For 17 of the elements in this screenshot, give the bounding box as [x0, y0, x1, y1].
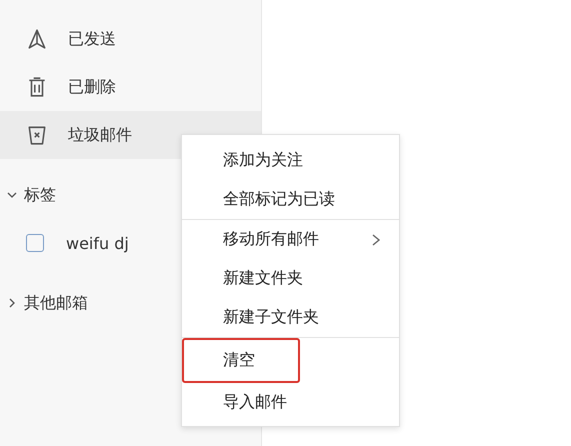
- menu-item[interactable]: 全部标记为已读: [182, 180, 399, 219]
- send-icon: [26, 28, 48, 50]
- section-header[interactable]: 标签: [24, 184, 56, 206]
- section-header[interactable]: 其他邮箱: [24, 292, 88, 314]
- menu-item[interactable]: 新建文件夹: [182, 259, 399, 298]
- folder-label: 垃圾邮件: [68, 124, 133, 146]
- menu-item[interactable]: 新建子文件夹: [182, 298, 399, 337]
- folder-label: 已发送: [68, 28, 117, 50]
- checkbox[interactable]: [26, 234, 44, 252]
- folder-item[interactable]: 已发送: [0, 15, 261, 63]
- folder-label: 已删除: [68, 76, 117, 98]
- menu-item[interactable]: 清空: [182, 338, 399, 383]
- tag-label: weifu dj: [66, 234, 129, 252]
- menu-item[interactable]: 导入邮件: [182, 383, 399, 422]
- folder-item[interactable]: 已删除: [0, 63, 261, 111]
- menu-item[interactable]: 移动所有邮件: [182, 220, 399, 259]
- junk-bin-icon: [26, 124, 48, 146]
